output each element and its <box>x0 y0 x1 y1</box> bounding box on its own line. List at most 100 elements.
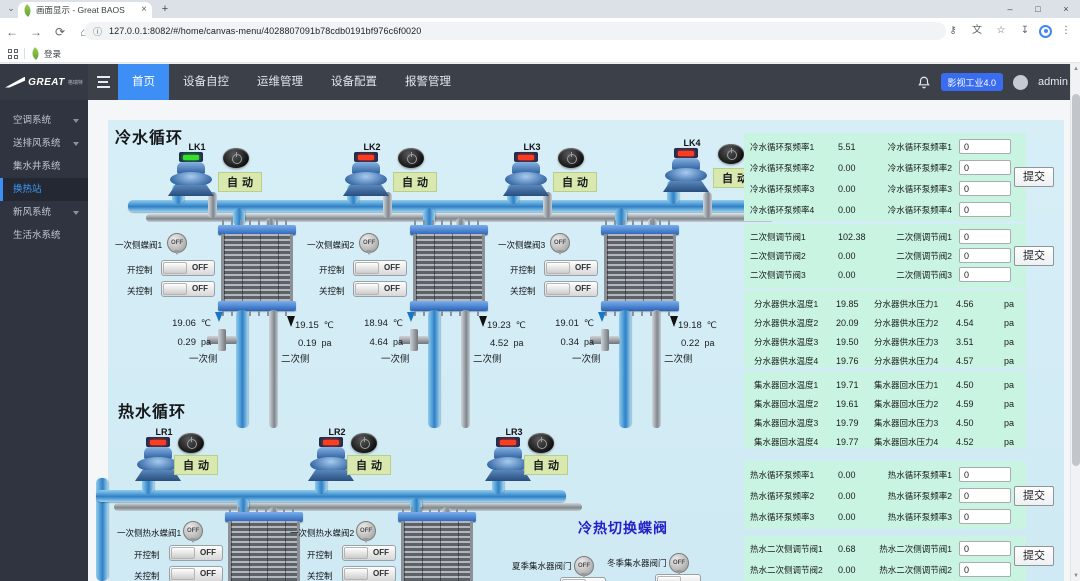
pump-label: LK1 <box>173 142 221 152</box>
panel-row: 集水器回水温度1 19.71 集水器回水压力1 4.50 pa <box>744 375 1026 394</box>
setpoint-input[interactable] <box>959 509 1011 524</box>
notification-bell-icon[interactable] <box>917 75 931 90</box>
setpoint-input[interactable] <box>959 267 1011 282</box>
sidebar-item[interactable]: 换热站 <box>0 178 88 201</box>
submit-button[interactable]: 提交 <box>1014 546 1054 566</box>
sidebar-item[interactable]: 生活水系统 <box>0 224 88 247</box>
close-control-toggle[interactable]: OFF <box>353 281 407 297</box>
row-setpoint-label: 冷水循环泵频率3 <box>874 183 952 195</box>
valve-state-indicator: OFF <box>167 233 187 253</box>
winter-valve-toggle[interactable] <box>655 574 701 581</box>
apps-grid-icon[interactable] <box>8 49 18 59</box>
setpoint-input[interactable] <box>959 467 1011 482</box>
back-icon[interactable]: ← <box>0 25 24 39</box>
sidebar-item-label: 空调系统 <box>13 115 51 126</box>
username[interactable]: admin <box>1038 76 1068 88</box>
nav-menu-item[interactable]: 报警管理 <box>391 64 465 100</box>
sidebar-collapse-icon[interactable] <box>90 64 116 100</box>
row-label: 分水器供水温度2 <box>750 317 836 329</box>
profile-icon[interactable] <box>1039 25 1052 38</box>
open-control-toggle[interactable]: OFF <box>161 260 215 276</box>
setpoint-input[interactable] <box>959 181 1011 196</box>
open-control-toggle[interactable]: OFF <box>353 260 407 276</box>
setpoint-input[interactable] <box>959 488 1011 503</box>
scroll-down-icon[interactable]: ▼ <box>1071 573 1080 579</box>
tab-search-chevron-icon[interactable]: ⌄ <box>4 1 18 16</box>
pump-indicator-frame <box>496 437 520 447</box>
sidebar-item[interactable]: 新风系统 <box>0 201 88 224</box>
summer-valve-toggle[interactable] <box>560 577 606 581</box>
valve-label: 一次侧蝶阀1 <box>115 239 169 251</box>
sidebar-item[interactable]: 空调系统 <box>0 109 88 132</box>
power-button-icon[interactable] <box>178 433 204 453</box>
menu-kebab-icon[interactable]: ⋮ <box>1056 21 1076 41</box>
row-value: 19.85 <box>836 299 874 309</box>
setpoint-input[interactable] <box>959 541 1011 556</box>
open-control-toggle[interactable]: OFF <box>544 260 598 276</box>
pump-status-light <box>183 155 199 160</box>
power-button-icon[interactable] <box>223 148 249 168</box>
bookmark-login-label: 登录 <box>44 48 61 60</box>
scrollbar-thumb[interactable] <box>1072 94 1080 466</box>
scroll-up-icon[interactable]: ▲ <box>1071 66 1080 72</box>
close-control-toggle[interactable]: OFF <box>342 566 396 581</box>
nav-menu-item[interactable]: 设备自控 <box>169 64 243 100</box>
pump-status-light <box>518 155 534 160</box>
downloads-icon[interactable]: ↧ <box>1015 21 1035 41</box>
setpoint-input[interactable] <box>959 160 1011 175</box>
nav-menu-item[interactable]: 首页 <box>118 64 169 100</box>
row-unit: pa <box>1004 437 1014 447</box>
setpoint-input[interactable] <box>959 139 1011 154</box>
sidebar-item[interactable]: 送排风系统 <box>0 132 88 155</box>
close-control-toggle[interactable]: OFF <box>169 566 223 581</box>
bookmark-star-icon[interactable]: ☆ <box>991 21 1011 41</box>
power-button-icon[interactable] <box>398 148 424 168</box>
tab-close-icon[interactable]: × <box>141 3 147 17</box>
setpoint-input[interactable] <box>959 248 1011 263</box>
setpoint-input[interactable] <box>959 202 1011 217</box>
password-key-icon[interactable]: ⚷ <box>943 21 963 41</box>
close-control-toggle[interactable]: OFF <box>161 281 215 297</box>
browser-tab[interactable]: 画面显示 - Great BAOS × <box>18 2 152 18</box>
pump-unit: LR2 自动 <box>303 425 415 487</box>
pump-mode-badge: 自动 <box>553 172 597 192</box>
nav-menu-item[interactable]: 运维管理 <box>243 64 317 100</box>
translate-icon[interactable]: 文 <box>967 21 987 41</box>
address-bar[interactable]: ⓘ 127.0.0.1:8082/#/home/canvas-menu/4028… <box>84 22 946 40</box>
row-value: 5.51 <box>838 142 874 152</box>
reload-icon[interactable]: ⟳ <box>48 25 72 39</box>
row-setpoint-label: 热水二次侧调节阀1 <box>874 543 952 555</box>
pump-indicator-frame <box>674 148 698 158</box>
power-button-icon[interactable] <box>718 144 744 164</box>
open-control-toggle[interactable]: OFF <box>169 545 223 561</box>
page-scrollbar[interactable]: ▲ ▼ <box>1070 64 1080 581</box>
power-button-icon[interactable] <box>528 433 554 453</box>
new-tab-button[interactable]: + <box>158 2 172 16</box>
window-close-icon[interactable]: × <box>1052 0 1080 18</box>
submit-button[interactable]: 提交 <box>1014 486 1054 506</box>
setpoint-input[interactable] <box>959 229 1011 244</box>
sidebar-item[interactable]: 集水井系统 <box>0 155 88 178</box>
setpoint-input[interactable] <box>959 562 1011 577</box>
close-control-toggle[interactable]: OFF <box>544 281 598 297</box>
nav-menu-item[interactable]: 设备配置 <box>317 64 391 100</box>
user-avatar[interactable] <box>1013 75 1028 90</box>
pump-icon <box>168 152 214 198</box>
site-info-icon[interactable]: ⓘ <box>93 25 102 38</box>
window-maximize-icon[interactable]: □ <box>1024 0 1052 18</box>
submit-button[interactable]: 提交 <box>1014 246 1054 266</box>
forward-icon[interactable]: → <box>24 25 48 39</box>
row-label: 集水器回水温度2 <box>750 398 836 410</box>
row-label: 热水二次侧调节阀2 <box>750 564 838 576</box>
window-minimize-icon[interactable]: – <box>996 0 1024 18</box>
submit-button[interactable]: 提交 <box>1014 167 1054 187</box>
bookmark-login[interactable]: 登录 <box>31 48 61 60</box>
tab-title: 画面显示 - Great BAOS <box>36 4 137 16</box>
row-label: 热水循环泵频率3 <box>750 511 838 523</box>
row-label: 冷水循环泵频率1 <box>750 141 838 153</box>
row-value: 0.00 <box>838 205 874 215</box>
power-button-icon[interactable] <box>558 148 584 168</box>
power-button-icon[interactable] <box>351 433 377 453</box>
open-control-toggle[interactable]: OFF <box>342 545 396 561</box>
row-value: 19.79 <box>836 418 874 428</box>
